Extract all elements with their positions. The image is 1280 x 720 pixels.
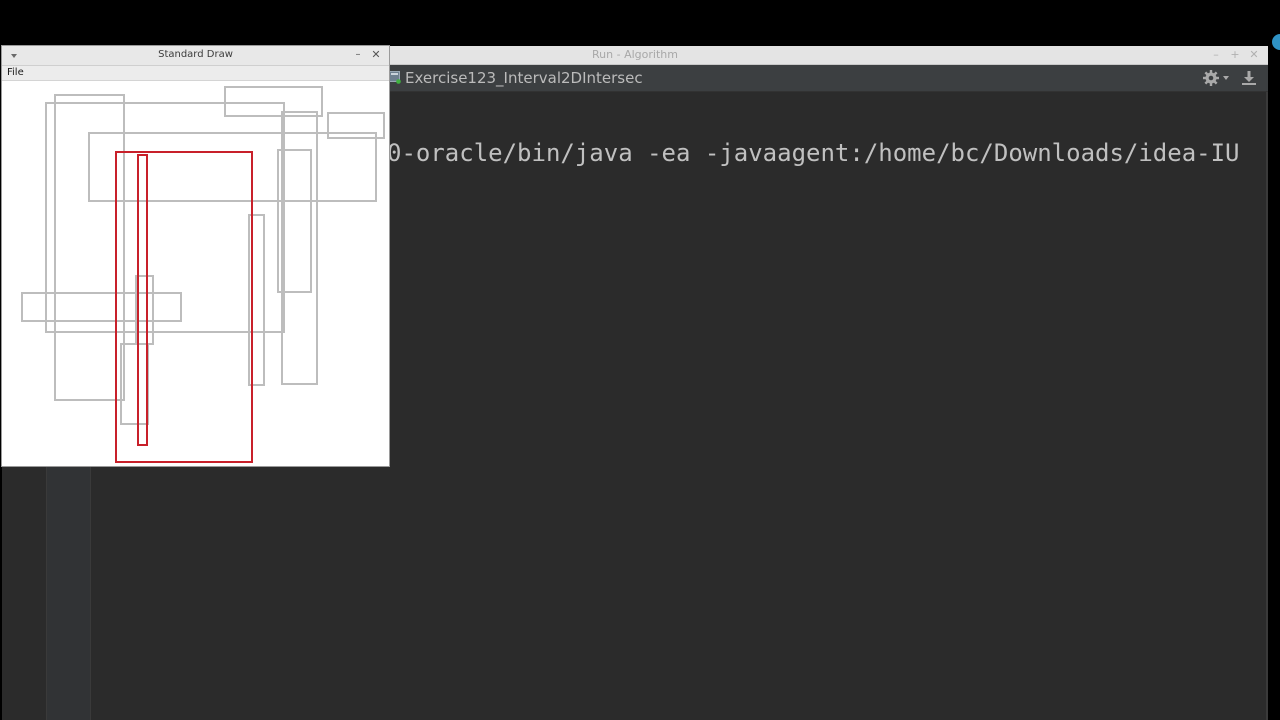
standard-draw-menubar: File <box>2 66 389 81</box>
interval-rectangle <box>88 132 377 202</box>
ide-close-button[interactable]: ✕ <box>1247 47 1261 63</box>
console-scrollbar[interactable] <box>1266 92 1268 720</box>
standard-draw-titlebar[interactable]: Standard Draw – ✕ <box>2 46 389 66</box>
drawing-canvas[interactable] <box>3 81 389 466</box>
run-configuration-tab[interactable]: Exercise123_Interval2DIntersec <box>405 69 643 87</box>
chevron-down-icon[interactable] <box>1223 76 1229 80</box>
standard-draw-title: Standard Draw <box>158 49 233 60</box>
ide-minimize-button[interactable]: – <box>1209 47 1223 63</box>
application-icon <box>389 71 401 84</box>
interval-rectangle <box>120 343 149 425</box>
download-icon[interactable] <box>1240 69 1258 87</box>
standard-draw-window: Standard Draw – ✕ File <box>1 45 390 467</box>
intersecting-rectangle <box>137 154 148 446</box>
ide-maximize-button[interactable]: + <box>1228 47 1242 63</box>
standard-draw-minimize-button[interactable]: – <box>352 47 364 63</box>
menu-file[interactable]: File <box>7 66 24 80</box>
gear-icon[interactable] <box>1202 69 1222 87</box>
console-command-line: 0-oracle/bin/java -ea -javaagent:/home/b… <box>387 139 1240 167</box>
interval-rectangles <box>21 86 385 425</box>
desktop-screen: Run - Algorithm – + ✕ Exercise123_Interv… <box>0 0 1280 720</box>
standard-draw-close-button[interactable]: ✕ <box>370 47 382 63</box>
notification-indicator[interactable] <box>1272 34 1280 50</box>
